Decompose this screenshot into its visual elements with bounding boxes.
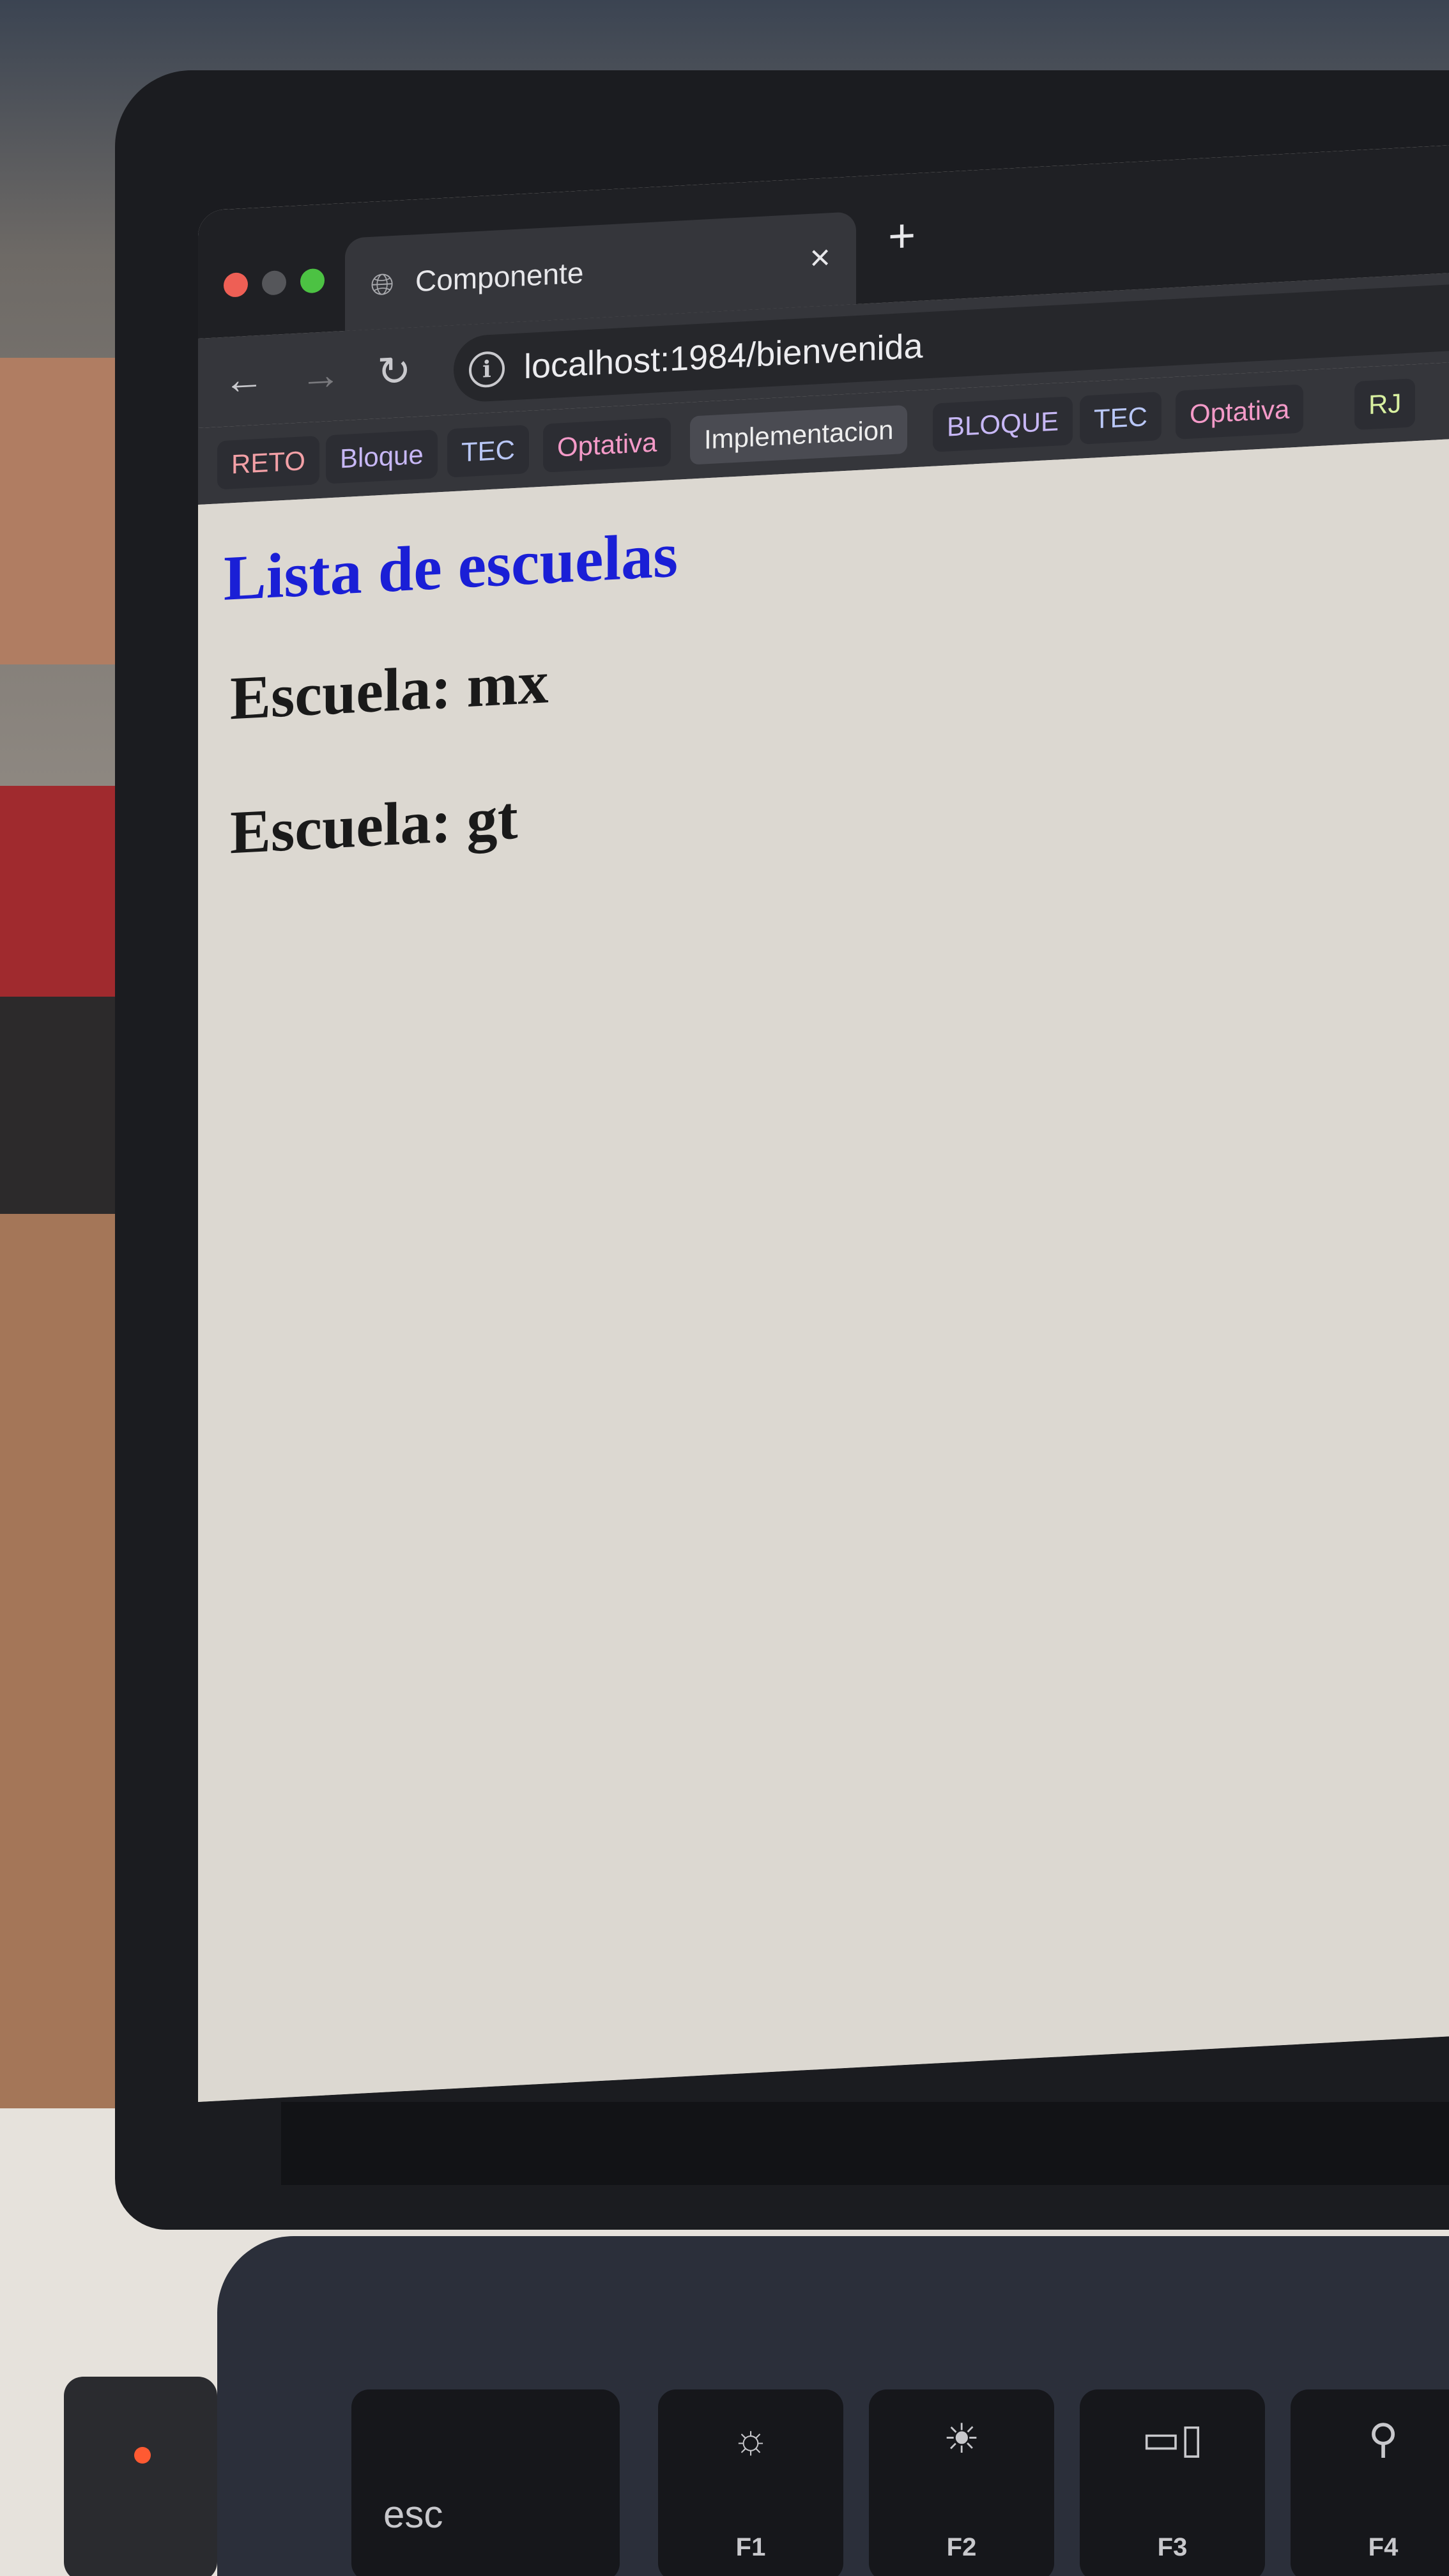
globe-icon: 🌐︎ [371, 266, 394, 302]
window-minimize-button[interactable] [262, 270, 286, 296]
screen-bezel-bottom [281, 2102, 1449, 2185]
f2-key[interactable]: ☀ F2 [869, 2389, 1054, 2576]
f4-key[interactable]: ⚲ F4 [1291, 2389, 1449, 2576]
reload-button[interactable]: ↻ [377, 347, 411, 397]
window-maximize-button[interactable] [300, 268, 325, 294]
bookmark-bloque-upper[interactable]: BLOQUE [933, 396, 1073, 452]
brightness-up-icon: ☀ [943, 2416, 980, 2462]
back-button[interactable]: ← [224, 355, 264, 404]
school-item-gt: Escuela: gt [230, 783, 518, 867]
bookmark-reto[interactable]: RETO [217, 436, 319, 490]
close-icon[interactable]: × [809, 236, 831, 279]
browser-window: 🌐︎ Componente × + ← → ↻ i localhost:1984… [198, 144, 1449, 2102]
info-icon[interactable]: i [469, 350, 505, 388]
window-close-button[interactable] [224, 272, 248, 298]
new-tab-button[interactable]: + [888, 208, 916, 263]
school-item-mx: Escuela: mx [230, 647, 549, 733]
bookmark-tec[interactable]: TEC [447, 424, 529, 478]
bookmark-optativa-2[interactable]: Optativa [1176, 384, 1304, 440]
brightness-down-icon: ☼ [732, 2416, 770, 2462]
photo-scene: 🌐︎ Componente × + ← → ↻ i localhost:1984… [0, 0, 1449, 2576]
bookmark-tec-2[interactable]: TEC [1080, 391, 1162, 445]
f3-key[interactable]: ▭▯ F3 [1080, 2389, 1265, 2576]
url-text[interactable]: localhost:1984/bienvenida [524, 326, 923, 387]
charging-led-indicator [134, 2447, 151, 2464]
page-title: Lista de escuelas [224, 519, 678, 614]
mission-control-icon: ▭▯ [1142, 2416, 1203, 2462]
f1-key[interactable]: ☼ F1 [658, 2389, 843, 2576]
search-icon: ⚲ [1368, 2416, 1399, 2462]
page-content: Lista de escuelas Escuela: mx Escuela: g… [198, 438, 1449, 2102]
forward-button[interactable]: → [300, 350, 341, 399]
bookmark-bloque[interactable]: Bloque [326, 429, 438, 484]
bookmark-rj[interactable]: RJ [1354, 378, 1416, 431]
charging-cable [64, 2377, 217, 2576]
esc-key[interactable]: esc [351, 2389, 620, 2576]
tab-title: Componente [415, 256, 584, 298]
bookmark-optativa[interactable]: Optativa [543, 417, 671, 473]
laptop-keyboard: esc ☼ F1 ☀ F2 ▭▯ F3 ⚲ F4 [217, 2236, 1449, 2576]
bookmark-implementacion[interactable]: Implementacion [690, 404, 908, 465]
